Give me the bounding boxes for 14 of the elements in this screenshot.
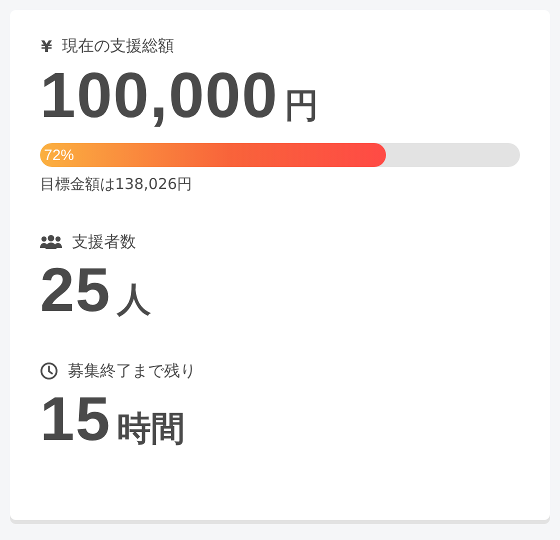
progress-percent: 72% xyxy=(43,146,74,164)
stat-label: 現在の支援総額 xyxy=(62,36,174,56)
clock-icon xyxy=(40,362,58,380)
goal-amount-text: 目標金額は138,026円 xyxy=(40,175,194,194)
stat-unit: 円 xyxy=(284,85,318,128)
stat-label: 募集終了まで残り xyxy=(68,360,196,382)
stat-value: 100,000 xyxy=(40,62,278,130)
stat-unit: 時間 xyxy=(116,408,185,452)
stat-value: 25 xyxy=(40,258,111,324)
stat-label: 支援者数 xyxy=(72,232,136,253)
stat-value: 15 xyxy=(40,387,111,452)
people-icon xyxy=(40,235,62,250)
yen-icon: ¥ xyxy=(40,36,52,56)
stat-unit: 人 xyxy=(116,279,151,322)
